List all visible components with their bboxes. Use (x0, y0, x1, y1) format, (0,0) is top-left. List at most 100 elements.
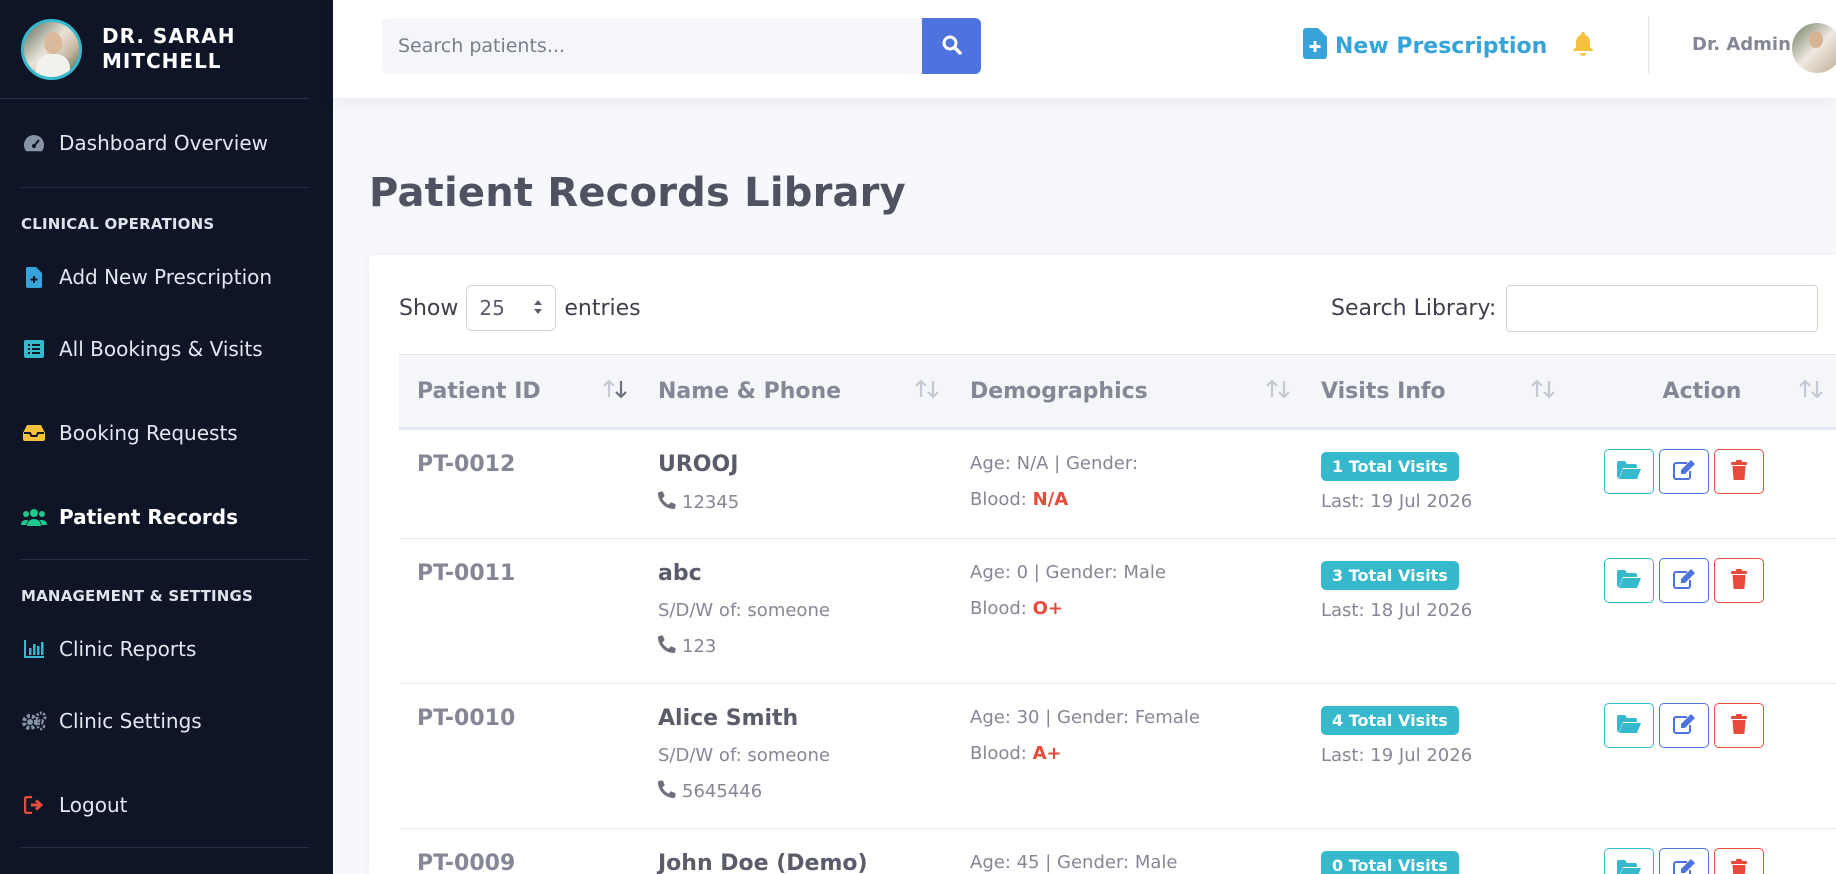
entries-value: 25 (479, 296, 505, 320)
visits-badge: 3 Total Visits (1321, 561, 1459, 590)
edit-patient-button[interactable] (1659, 703, 1709, 748)
sidebar-item-label: Patient Records (59, 505, 239, 529)
blood-group: O+ (1032, 598, 1063, 619)
patient-search (382, 18, 981, 74)
folder-open-icon (1617, 461, 1641, 482)
cogs-icon (21, 708, 47, 734)
blood-group: A+ (1032, 743, 1062, 764)
sidebar-item-clinic-reports[interactable]: Clinic Reports (0, 619, 333, 679)
phone-icon (658, 491, 676, 514)
section-label-clinical: CLINICAL OPERATIONS (21, 215, 215, 233)
sort-icon (602, 379, 628, 404)
library-search-input[interactable] (1506, 285, 1819, 332)
sidebar-item-add-prescription[interactable]: Add New Prescription (0, 247, 333, 307)
sidebar-item-label: Booking Requests (59, 421, 238, 445)
patient-phone: 12345 (658, 491, 952, 514)
patient-id: PT-0010 (417, 706, 516, 731)
patient-blood: Blood: A+ (970, 743, 1062, 764)
patient-id: PT-0012 (417, 452, 516, 477)
column-header-name-phone[interactable]: Name & Phone (640, 355, 952, 427)
edit-icon (1673, 714, 1695, 737)
bell-icon (1572, 32, 1594, 60)
avatar[interactable] (1792, 23, 1836, 73)
delete-patient-button[interactable] (1714, 449, 1764, 494)
edit-icon (1673, 460, 1695, 483)
sidebar-item-patient-records[interactable]: Patient Records (0, 475, 333, 559)
table-row: PT-0009 John Doe (Demo) Age: 45 | Gender… (399, 829, 1836, 874)
doctor-avatar (21, 18, 82, 80)
patient-demographics: Age: 45 | Gender: Male (970, 852, 1178, 873)
row-actions (1568, 684, 1836, 828)
inbox-icon (21, 420, 47, 446)
entries-select[interactable]: 25 (466, 285, 557, 331)
visits-badge: 4 Total Visits (1321, 706, 1459, 735)
tachometer-icon (21, 130, 47, 156)
table-row: PT-0011 abc S/D/W of: someone 123 Age: 0… (399, 539, 1836, 684)
sort-icon (533, 296, 543, 320)
sidebar-brand[interactable]: DR. SARAH MITCHELL (0, 0, 309, 99)
sidebar-item-dashboard[interactable]: Dashboard Overview (0, 99, 333, 187)
phone-icon (658, 635, 676, 658)
brand-name: DR. SARAH MITCHELL (102, 24, 236, 73)
divider (21, 847, 309, 848)
patient-blood: Blood: O+ (970, 598, 1063, 619)
edit-patient-button[interactable] (1659, 558, 1709, 603)
new-prescription-label: New Prescription (1335, 34, 1548, 59)
delete-patient-button[interactable] (1714, 703, 1764, 748)
view-records-button[interactable] (1604, 558, 1654, 603)
patient-demographics: Age: 0 | Gender: Male (970, 562, 1166, 583)
trash-icon (1731, 859, 1747, 874)
entries-label: entries (564, 295, 641, 321)
delete-patient-button[interactable] (1714, 558, 1764, 603)
sidebar-item-label: Dashboard Overview (59, 131, 269, 155)
view-records-button[interactable] (1604, 703, 1654, 748)
edit-patient-button[interactable] (1659, 449, 1709, 494)
column-header-patient-id[interactable]: Patient ID (399, 355, 640, 427)
sidebar-item-label: Logout (59, 793, 128, 817)
table-header: Patient ID Name & Phone Demographics Vis… (399, 354, 1836, 430)
patient-id: PT-0009 (417, 851, 516, 874)
table-row: PT-0010 Alice Smith S/D/W of: someone 56… (399, 684, 1836, 829)
column-header-demographics[interactable]: Demographics (952, 355, 1303, 427)
folder-open-icon (1617, 570, 1641, 591)
view-records-button[interactable] (1604, 449, 1654, 494)
new-prescription-link[interactable]: New Prescription (1303, 28, 1547, 65)
patient-phone: 5645446 (658, 780, 952, 803)
trash-icon (1731, 460, 1747, 483)
entries-length-control: Show 25 entries (399, 285, 641, 331)
sidebar-item-label: Clinic Reports (59, 637, 197, 661)
view-records-button[interactable] (1604, 848, 1654, 874)
table-row: PT-0012 UROOJ 12345 Age: N/A | Gender: B… (399, 430, 1836, 539)
sidebar-item-label: Add New Prescription (59, 265, 273, 289)
search-button[interactable] (922, 18, 981, 74)
edit-icon (1673, 569, 1695, 592)
file-plus-icon (21, 264, 47, 290)
folder-open-icon (1617, 715, 1641, 736)
column-header-action[interactable]: Action (1568, 355, 1836, 427)
search-input[interactable] (382, 18, 922, 74)
sidebar-item-clinic-settings[interactable]: Clinic Settings (0, 679, 333, 763)
file-plus-icon (1303, 28, 1327, 65)
patient-name: John Doe (Demo) (658, 851, 868, 874)
sign-out-icon (21, 792, 47, 818)
sidebar-item-logout[interactable]: Logout (0, 763, 333, 847)
column-header-visits-info[interactable]: Visits Info (1303, 355, 1568, 427)
sidebar: DR. SARAH MITCHELL Dashboard Overview CL… (0, 0, 333, 874)
topbar-divider (1648, 16, 1649, 74)
patient-blood: Blood: N/A (970, 489, 1069, 510)
delete-patient-button[interactable] (1714, 848, 1764, 874)
user-name[interactable]: Dr. Admin (1692, 34, 1791, 55)
sidebar-item-label: Clinic Settings (59, 709, 202, 733)
trash-icon (1731, 714, 1747, 737)
patient-guardian: S/D/W of: someone (658, 745, 830, 766)
last-visit: Last: 18 Jul 2026 (1321, 600, 1473, 621)
edit-patient-button[interactable] (1659, 848, 1709, 874)
sidebar-item-label: All Bookings & Visits (59, 337, 263, 361)
search-library-label: Search Library: (1331, 296, 1497, 321)
sort-icon (914, 379, 940, 404)
notifications-button[interactable] (1572, 32, 1594, 60)
sidebar-item-booking-requests[interactable]: Booking Requests (0, 391, 333, 475)
sidebar-item-all-bookings[interactable]: All Bookings & Visits (0, 307, 333, 391)
section-label-management: MANAGEMENT & SETTINGS (21, 587, 254, 605)
search-icon (942, 35, 962, 58)
